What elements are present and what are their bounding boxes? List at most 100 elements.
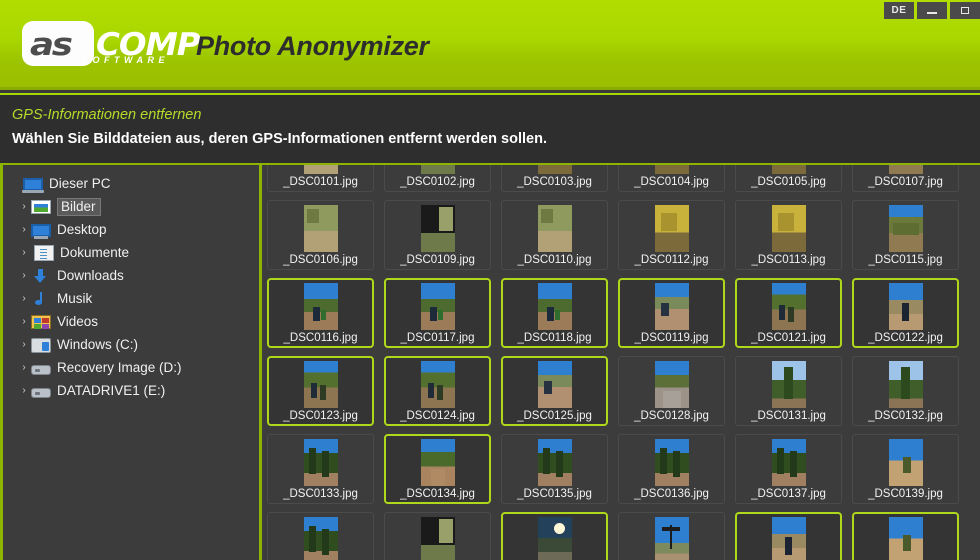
file-grid-item[interactable]: _DSC0139.jpg [847, 430, 964, 508]
chevron-right-icon[interactable]: › [17, 201, 31, 212]
sidebar-item-videos[interactable]: › Videos [3, 310, 259, 333]
photo-thumbnail [654, 283, 689, 330]
file-grid-item[interactable]: _DSC0131.jpg [730, 352, 847, 430]
file-grid-item[interactable]: _DSC0109.jpg [379, 196, 496, 274]
file-grid-item[interactable]: _DSC0123.jpg [262, 352, 379, 430]
photo-thumbnail [771, 283, 806, 330]
file-grid-item[interactable]: _DSC0135.jpg [496, 430, 613, 508]
file-grid-item[interactable]: _DSC0104.jpg [613, 165, 730, 196]
file-grid-item[interactable]: _DSC0136.jpg [613, 430, 730, 508]
file-name-label: _DSC0131.jpg [751, 410, 826, 422]
browser-body: › Dieser PC › Bilder › Desktop › Dokumente › Down… [0, 163, 980, 560]
file-grid-item[interactable]: _DSC0128.jpg [613, 352, 730, 430]
photo-thumbnail [420, 205, 455, 252]
chevron-right-icon[interactable]: › [17, 362, 31, 373]
window-controls: DE [884, 2, 980, 19]
sidebar-item-windows-c[interactable]: › Windows (C:) [3, 333, 259, 356]
file-grid-item[interactable]: _DSC0134.jpg [379, 430, 496, 508]
photo-thumbnail [420, 439, 455, 486]
sidebar-item-label: Windows (C:) [57, 336, 139, 352]
file-name-label: _DSC0123.jpg [283, 410, 358, 422]
file-grid-item[interactable]: _DSC0146.jpg [379, 508, 496, 560]
file-grid-item[interactable]: _DSC0151.jpg [613, 508, 730, 560]
file-grid-area[interactable]: _DSC0101.jpg _DSC0102.jpg _DSC0103.jpg _DSC… [262, 165, 980, 560]
file-name-label: _DSC0115.jpg [868, 254, 943, 266]
file-grid-item[interactable]: _DSC0119.jpg [613, 274, 730, 352]
file-grid-item[interactable]: _DSC0102.jpg [379, 165, 496, 196]
sidebar-item-musik[interactable]: › Musik [3, 287, 259, 310]
sidebar-item-recovery-image-d[interactable]: › Recovery Image (D:) [3, 356, 259, 379]
photo-thumbnail [771, 165, 806, 174]
sidebar-item-label: DATADRIVE1 (E:) [57, 382, 166, 398]
file-grid-item[interactable]: _DSC0137.jpg [730, 430, 847, 508]
file-grid-item[interactable]: _DSC0107.jpg [847, 165, 964, 196]
photo-anonymizer-window: DE as COMP SOFTWARE Photo Anonymizer GPS… [0, 0, 980, 560]
photo-thumbnail [537, 283, 572, 330]
file-grid-item[interactable]: _DSC0115.jpg [847, 196, 964, 274]
file-grid-item[interactable]: _DSC0103.jpg [496, 165, 613, 196]
sidebar-item-bilder[interactable]: › Bilder [3, 195, 259, 218]
file-grid-item[interactable]: _DSC0122.jpg [847, 274, 964, 352]
file-grid-item[interactable]: _DSC0118.jpg [496, 274, 613, 352]
file-grid-item[interactable]: _DSC0152.jpg [730, 508, 847, 560]
photo-thumbnail [420, 283, 455, 330]
file-grid-item[interactable]: _DSC0106.jpg [262, 196, 379, 274]
file-grid-item[interactable]: _DSC0105.jpg [730, 165, 847, 196]
photo-thumbnail [771, 439, 806, 486]
sidebar-item-datadrive1-e[interactable]: › DATADRIVE1 (E:) [3, 379, 259, 402]
file-grid-item[interactable]: _DSC0124.jpg [379, 352, 496, 430]
file-grid-item[interactable]: _DSC0150.jpg [496, 508, 613, 560]
sidebar-item-dieser-pc[interactable]: › Dieser PC [3, 172, 259, 195]
chevron-right-icon[interactable]: › [17, 224, 31, 235]
file-grid[interactable]: _DSC0101.jpg _DSC0102.jpg _DSC0103.jpg _DSC… [262, 165, 980, 560]
file-grid-item[interactable]: _DSC0112.jpg [613, 196, 730, 274]
file-name-label: _DSC0119.jpg [634, 332, 709, 344]
file-grid-item[interactable]: _DSC0153.jpg [847, 508, 964, 560]
photo-thumbnail [888, 283, 923, 330]
file-grid-item[interactable]: _DSC0113.jpg [730, 196, 847, 274]
sidebar-item-label: Videos [57, 313, 99, 329]
sidebar-item-label: Dokumente [60, 244, 130, 260]
ascomp-logo: as COMP SOFTWARE [22, 21, 201, 68]
file-name-label: _DSC0109.jpg [400, 254, 475, 266]
language-button[interactable]: DE [884, 2, 914, 19]
file-grid-item[interactable]: _DSC0101.jpg [262, 165, 379, 196]
sidebar-item-dokumente[interactable]: › Dokumente [3, 241, 259, 264]
chevron-right-icon: › [9, 179, 23, 189]
photo-thumbnail [303, 283, 338, 330]
app-header: DE as COMP SOFTWARE Photo Anonymizer [0, 0, 980, 90]
file-grid-item[interactable]: _DSC0132.jpg [847, 352, 964, 430]
file-grid-item[interactable]: _DSC0117.jpg [379, 274, 496, 352]
file-name-label: _DSC0104.jpg [634, 176, 709, 188]
file-grid-item[interactable]: _DSC0133.jpg [262, 430, 379, 508]
file-name-label: _DSC0128.jpg [634, 410, 709, 422]
chevron-right-icon[interactable]: › [17, 270, 31, 281]
chevron-right-icon[interactable]: › [17, 293, 31, 304]
minimize-button[interactable] [917, 2, 947, 19]
chevron-right-icon[interactable]: › [17, 247, 31, 258]
chevron-right-icon[interactable]: › [17, 316, 31, 327]
file-name-label: _DSC0116.jpg [283, 332, 358, 344]
computer-icon [22, 178, 44, 193]
file-name-label: _DSC0135.jpg [517, 488, 592, 500]
file-name-label: _DSC0125.jpg [517, 410, 592, 422]
file-grid-item[interactable]: _DSC0125.jpg [496, 352, 613, 430]
folder-tree-sidebar[interactable]: › Dieser PC › Bilder › Desktop › Dokumente › Down… [3, 165, 262, 560]
sidebar-item-downloads[interactable]: › Downloads [3, 264, 259, 287]
chevron-right-icon[interactable]: › [17, 339, 31, 350]
drive-icon [31, 387, 51, 398]
file-grid-item[interactable]: _DSC0121.jpg [730, 274, 847, 352]
photo-thumbnail [654, 517, 689, 560]
sidebar-item-label: Musik [57, 290, 93, 306]
downloads-folder-icon [31, 268, 51, 284]
maximize-button[interactable] [950, 2, 980, 19]
sidebar-item-desktop[interactable]: › Desktop [3, 218, 259, 241]
photo-thumbnail [771, 205, 806, 252]
drive-icon [31, 364, 51, 375]
file-grid-item[interactable]: _DSC0110.jpg [496, 196, 613, 274]
file-grid-item[interactable]: _DSC0142.jpg [262, 508, 379, 560]
photo-thumbnail [888, 517, 923, 560]
file-grid-item[interactable]: _DSC0116.jpg [262, 274, 379, 352]
chevron-right-icon[interactable]: › [17, 385, 31, 396]
file-name-label: _DSC0117.jpg [400, 332, 475, 344]
